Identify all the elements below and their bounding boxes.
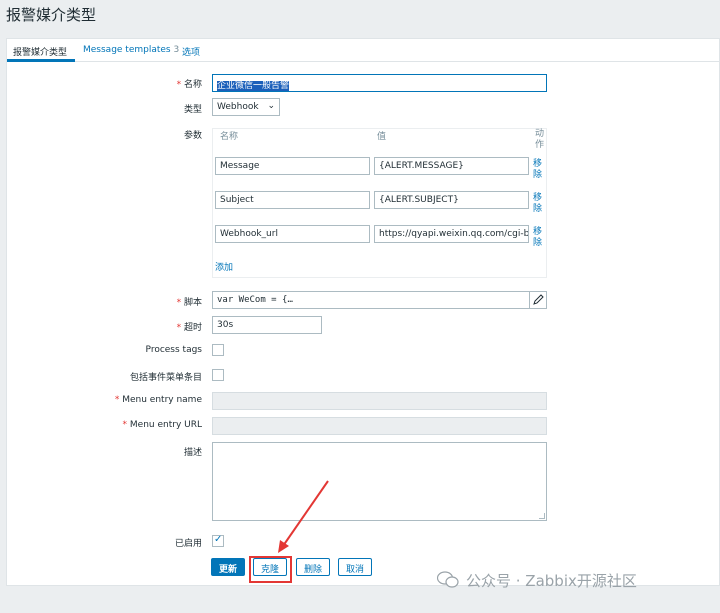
annotation-arrow-icon	[278, 480, 329, 553]
watermark-text: 公众号 · Zabbix开源社区	[466, 572, 637, 590]
wechat-logo-icon	[437, 571, 459, 588]
